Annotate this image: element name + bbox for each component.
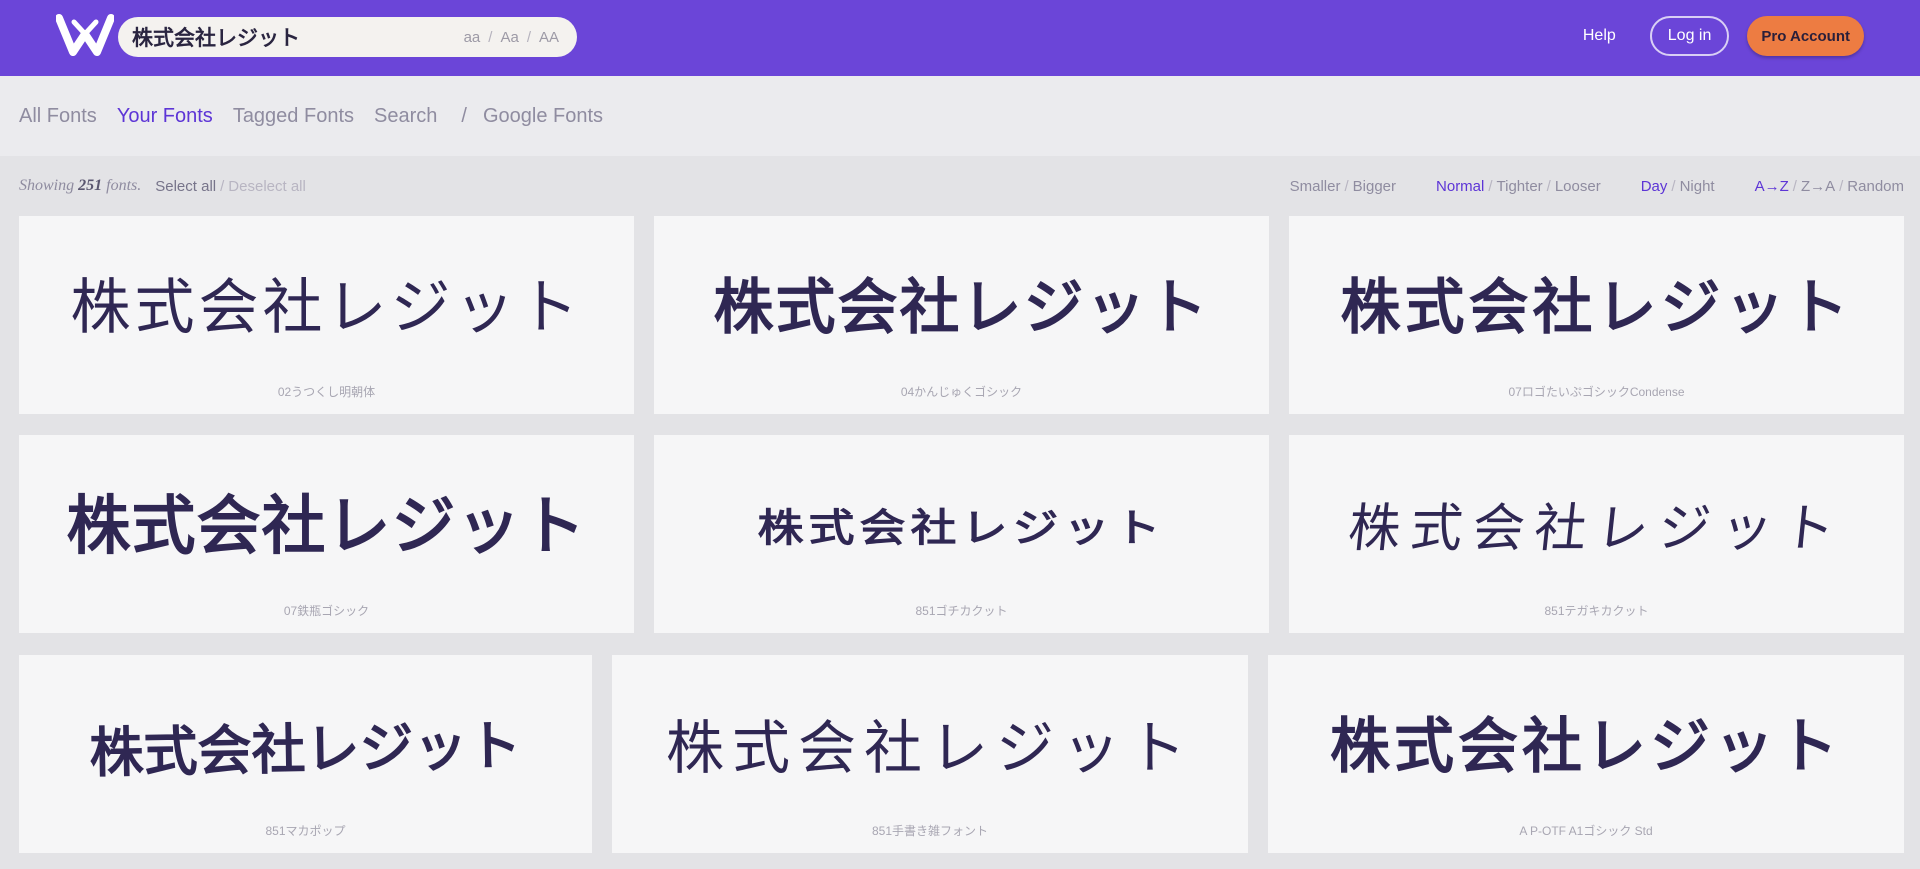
font-count: Showing 251 fonts. [19, 177, 142, 194]
font-sample: 株式会社レジット [1330, 712, 1842, 782]
tighter-spacing-option[interactable]: Tighter [1497, 178, 1543, 195]
looser-spacing-option[interactable]: Looser [1555, 178, 1601, 195]
font-name-label: 851ゴチカクット [915, 604, 1008, 618]
font-sample: 株式会社レジット [70, 273, 583, 343]
normal-spacing-option[interactable]: Normal [1436, 178, 1484, 195]
top-header: aa / Aa / AA Help Log in Pro Account [0, 0, 1920, 76]
font-name-label: 851マカポップ [265, 824, 346, 838]
sort-random-option[interactable]: Random [1847, 178, 1904, 195]
font-sample: 株式会社レジット [1345, 499, 1848, 559]
case-options: aa / Aa / AA [464, 29, 559, 46]
tab-your-fonts[interactable]: Your Fonts [117, 105, 213, 128]
display-controls: Smaller / Bigger Normal / Tighter / Loos… [1250, 156, 1904, 216]
font-card[interactable]: 株式会社レジット A P-OTF A1ゴシック Std [1268, 655, 1904, 853]
day-theme-option[interactable]: Day [1641, 178, 1668, 195]
font-card[interactable]: 株式会社レジット 04かんじゅくゴシック [654, 216, 1269, 414]
font-name-label: A P-OTF A1ゴシック Std [1519, 824, 1653, 838]
size-controls: Smaller / Bigger [1290, 178, 1396, 195]
search-box: aa / Aa / AA [118, 17, 577, 57]
uppercase-option[interactable]: AA [539, 29, 559, 46]
font-name-label: 851手書き雑フォント [871, 824, 989, 838]
smaller-option[interactable]: Smaller [1290, 178, 1341, 195]
separator: / [1344, 177, 1349, 195]
night-theme-option[interactable]: Night [1680, 178, 1715, 195]
font-card[interactable]: 株式会社レジット 07鉄瓶ゴシック [19, 435, 634, 633]
sort-controls: A→Z / Z→A / Random [1755, 178, 1904, 195]
separator: / [1671, 177, 1676, 195]
font-card[interactable]: 株式会社レジット 851テガキカクット [1289, 435, 1904, 633]
font-sample: 株式会社レジット [1340, 273, 1853, 343]
bigger-option[interactable]: Bigger [1353, 178, 1396, 195]
font-sample: 株式会社レジット [757, 505, 1166, 551]
theme-controls: Day / Night [1641, 178, 1715, 195]
tab-google-fonts[interactable]: Google Fonts [483, 105, 603, 128]
font-name-label: 07ロゴたいぷゴシックCondense [1508, 385, 1685, 399]
separator: / [1488, 177, 1493, 195]
separator: / [1546, 177, 1551, 195]
sort-za-option[interactable]: Z→A [1801, 178, 1835, 195]
font-card[interactable]: 株式会社レジット 851ゴチカクット [654, 435, 1269, 633]
font-card[interactable]: 株式会社レジット 07ロゴたいぷゴシックCondense [1289, 216, 1904, 414]
sort-az-option[interactable]: A→Z [1755, 178, 1789, 195]
font-card[interactable]: 株式会社レジット 851マカポップ [19, 655, 592, 853]
pro-account-button[interactable]: Pro Account [1747, 16, 1864, 56]
font-card[interactable]: 株式会社レジット 02うつくし明朝体 [19, 216, 634, 414]
font-sample: 株式会社レジット [66, 490, 587, 564]
font-name-label: 07鉄瓶ゴシック [283, 604, 370, 618]
font-sample: 株式会社レジット [665, 714, 1194, 782]
list-toolbar: Showing 251 fonts. Select all / Deselect… [0, 156, 1920, 216]
separator: / [526, 28, 531, 46]
header-actions: Help Log in Pro Account [1583, 16, 1864, 56]
separator: / [1839, 177, 1844, 195]
nav-bar: All Fonts Your Fonts Tagged Fonts Search… [0, 76, 1920, 156]
deselect-all-link[interactable]: Deselect all [228, 178, 306, 195]
help-link[interactable]: Help [1583, 27, 1616, 45]
font-sample: 株式会社レジット [713, 273, 1210, 343]
font-name-label: 851テガキカクット [1544, 604, 1649, 618]
selection-controls: Showing 251 fonts. Select all / Deselect… [19, 156, 306, 216]
nav-divider: / [461, 104, 467, 127]
spacing-controls: Normal / Tighter / Looser [1436, 178, 1601, 195]
select-all-link[interactable]: Select all [155, 178, 216, 195]
tab-all-fonts[interactable]: All Fonts [19, 105, 97, 128]
font-name-label: 04かんじゅくゴシック [900, 385, 1023, 399]
tab-search[interactable]: Search [374, 105, 437, 128]
lowercase-option[interactable]: aa [464, 29, 481, 46]
nav-tabs: All Fonts Your Fonts Tagged Fonts Search… [19, 76, 623, 156]
font-sample: 株式会社レジット [88, 714, 523, 785]
tab-tagged-fonts[interactable]: Tagged Fonts [233, 105, 354, 128]
font-name-label: 02うつくし明朝体 [277, 385, 376, 399]
logo-icon[interactable] [56, 14, 114, 56]
separator: / [1792, 177, 1797, 195]
sample-text-input[interactable] [132, 25, 464, 49]
separator: / [488, 28, 493, 46]
login-button[interactable]: Log in [1649, 16, 1730, 56]
titlecase-option[interactable]: Aa [500, 29, 518, 46]
separator: / [220, 177, 225, 195]
font-card[interactable]: 株式会社レジット 851手書き雑フォント [612, 655, 1248, 853]
